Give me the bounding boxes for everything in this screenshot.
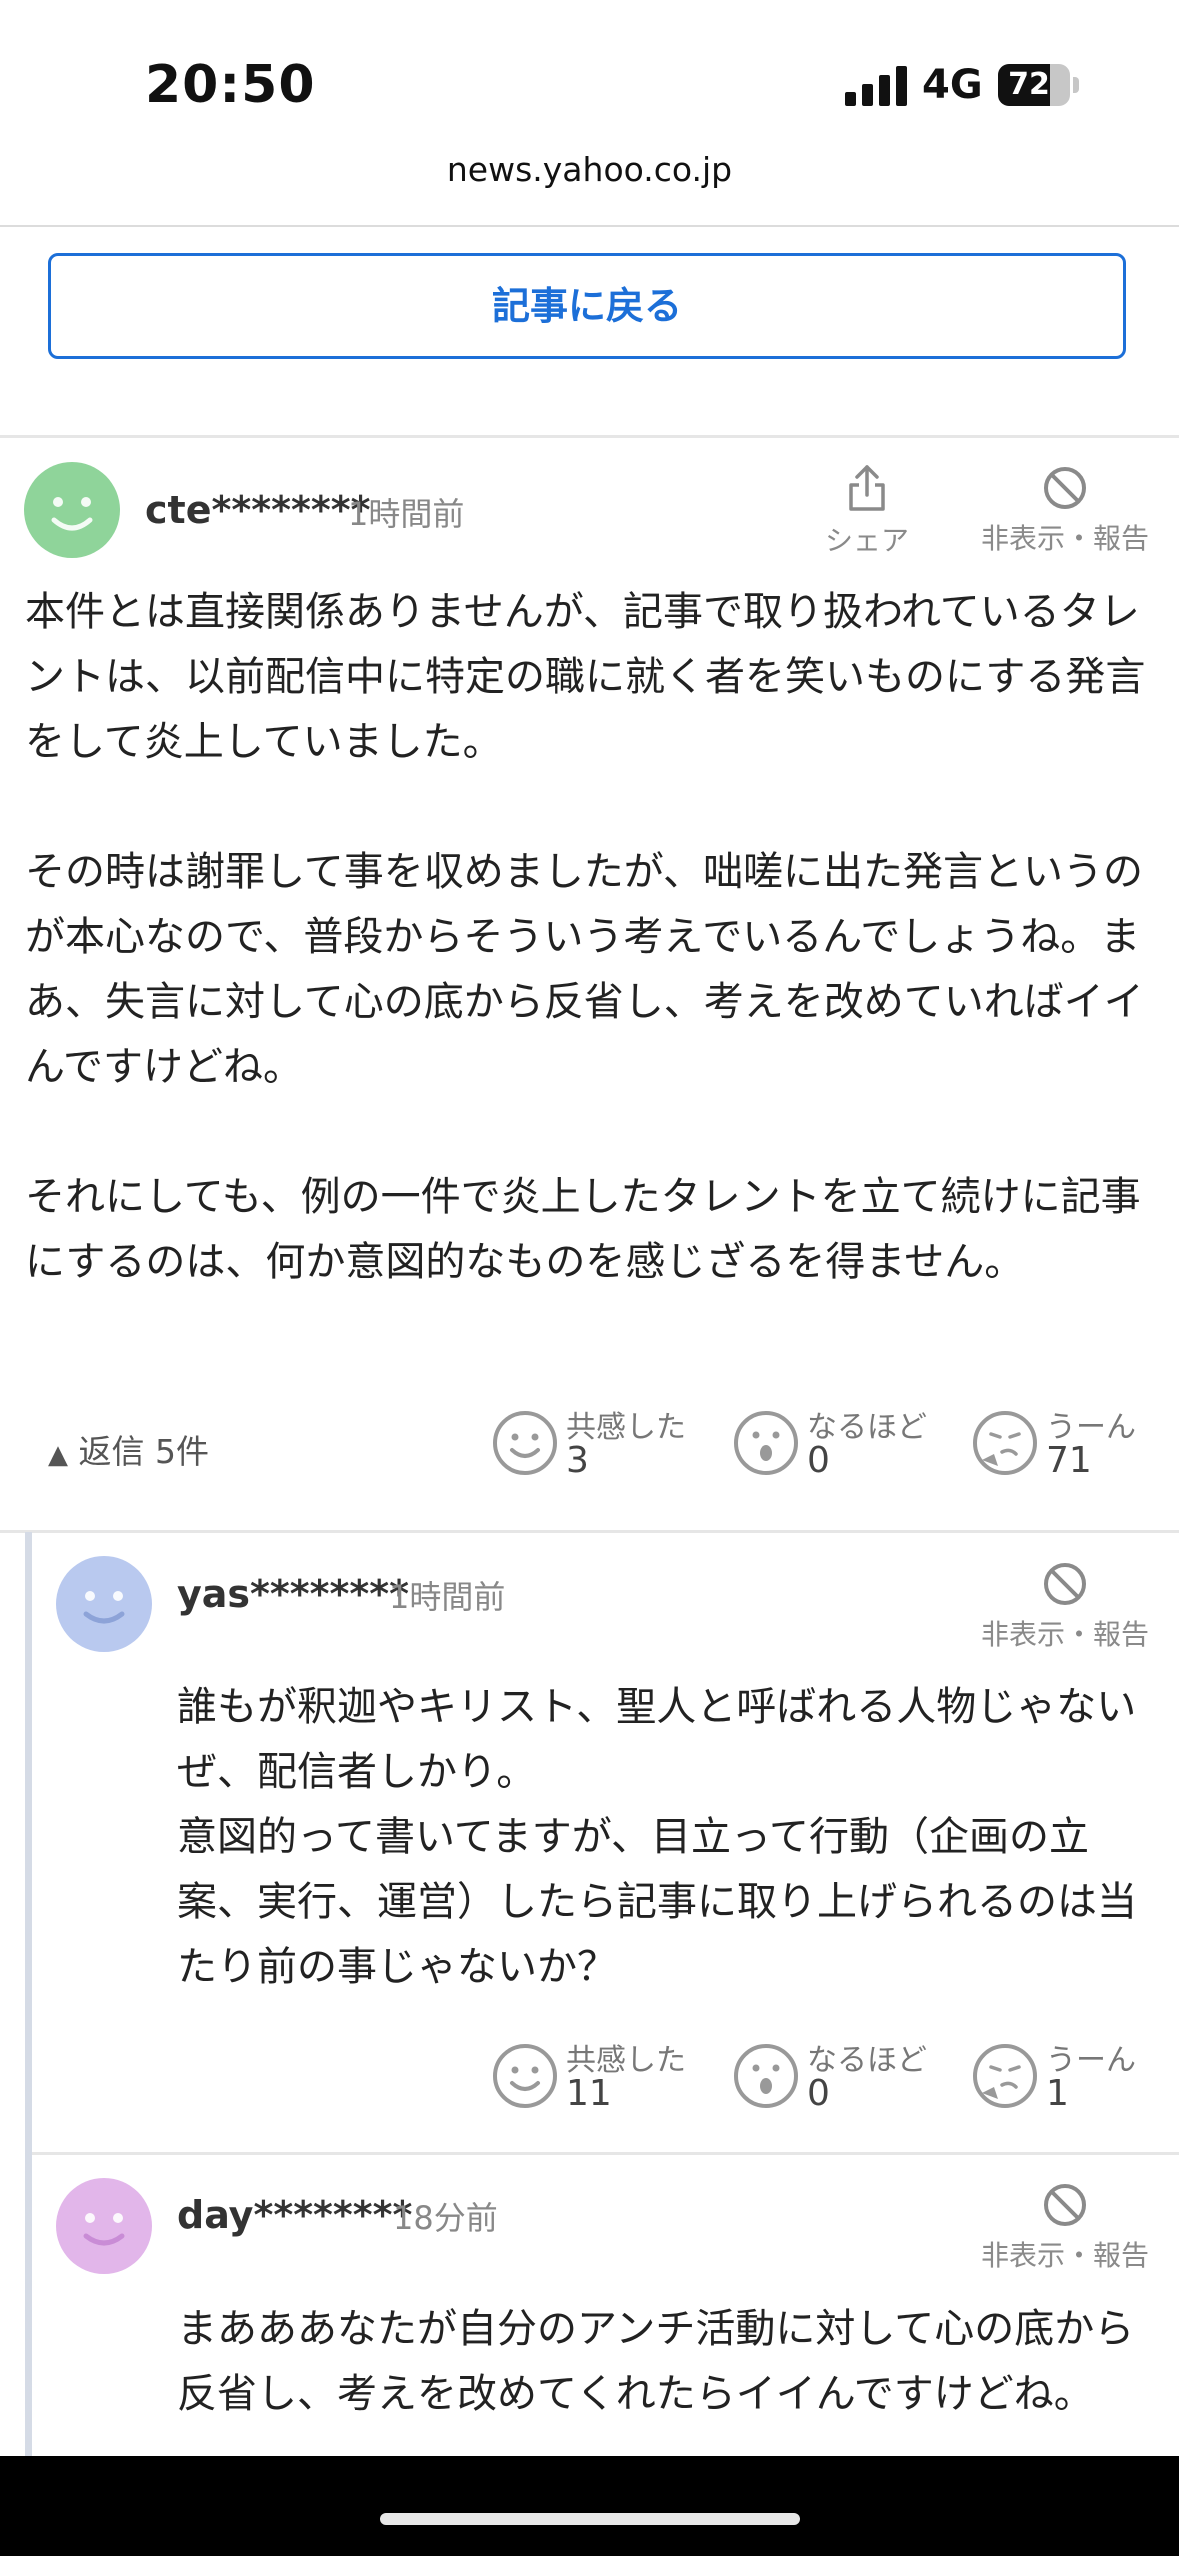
avatar-bg <box>56 1556 152 1652</box>
reply-text: 誰もが釈迦やキリスト、聖人と呼ばれる人物じゃないぜ、配信者しかり。 意図的って書… <box>177 1684 1137 1990</box>
hide-report-label: 非表示・報告 <box>980 1618 1149 1651</box>
reaction-insight-button[interactable]: なるほど 0 <box>733 1402 927 1482</box>
caret-up-icon: ▲ <box>48 1440 68 1470</box>
share-icon <box>849 465 885 511</box>
reply-thread-line <box>25 1532 32 2456</box>
reply-time: 1時間前 <box>389 1578 506 1616</box>
reaction-hmm-button[interactable]: うーん 1 <box>972 2035 1162 2115</box>
comment-time: 1時間前 <box>348 495 465 533</box>
reply-time: 18分前 <box>393 2199 498 2237</box>
reply-divider <box>32 2152 1179 2155</box>
comment-divider <box>0 1530 1179 1533</box>
battery-level: 72 <box>1008 67 1050 102</box>
avatar[interactable] <box>56 1556 152 1652</box>
thinking-face-icon <box>973 2044 1037 2108</box>
thinking-face-icon <box>973 1411 1037 1475</box>
network-type: 4G <box>922 62 983 108</box>
reaction-empathy-button[interactable]: 共感した 3 <box>492 1402 686 1482</box>
reply-text: まあああなたが自分のアンチ活動に対して心の底から反省し、考えを改めてくれたらイイ… <box>177 2306 1135 2417</box>
avatar-bg <box>56 2178 152 2274</box>
home-indicator[interactable] <box>380 2513 800 2525</box>
comment-username[interactable]: cte******** <box>145 488 370 532</box>
hide-report-button[interactable]: 非表示・報告 <box>970 1561 1160 1653</box>
surprised-face-icon <box>734 2044 798 2108</box>
url-bar[interactable]: news.yahoo.co.jp <box>0 150 1179 189</box>
reply-username[interactable]: yas******** <box>177 1572 409 1616</box>
reaction-count: 0 <box>807 1440 830 1481</box>
reaction-hmm-button[interactable]: うーん 71 <box>972 1402 1162 1482</box>
avatar[interactable] <box>56 2178 152 2274</box>
share-button[interactable]: シェア <box>812 463 922 559</box>
reply-username[interactable]: day******** <box>177 2193 412 2237</box>
status-time: 20:50 <box>145 55 316 115</box>
prohibit-icon <box>1044 1563 1086 1605</box>
avatar[interactable] <box>24 462 120 558</box>
reaction-empathy-button[interactable]: 共感した 11 <box>492 2035 686 2115</box>
bottom-bar <box>0 2456 1179 2556</box>
hide-report-button[interactable]: 非表示・報告 <box>970 2182 1160 2274</box>
battery-cap <box>1073 77 1079 93</box>
replies-count: 返信 5件 <box>78 1432 210 1471</box>
prohibit-icon <box>1044 2184 1086 2226</box>
replies-toggle[interactable]: ▲ 返信 5件 <box>48 1425 209 1473</box>
hide-report-label: 非表示・報告 <box>980 522 1149 555</box>
share-label: シェア <box>824 524 909 557</box>
status-bar: 20:50 4G 72 <box>0 0 1179 160</box>
smile-face-icon <box>493 1411 557 1475</box>
prohibit-icon <box>1044 467 1086 509</box>
smile-face-icon <box>493 2044 557 2108</box>
section-divider <box>0 435 1179 438</box>
hide-report-label: 非表示・報告 <box>980 2239 1149 2272</box>
comment-text: 本件とは直接関係ありませんが、記事で取り扱われているタレントは、以前配信中に特定… <box>25 589 1146 1285</box>
back-to-article-button[interactable]: 記事に戻る <box>48 253 1126 359</box>
signal-icon <box>845 64 907 106</box>
surprised-face-icon <box>734 1411 798 1475</box>
reaction-count: 0 <box>807 2073 830 2114</box>
header-divider <box>0 225 1179 227</box>
reaction-count: 11 <box>566 2073 612 2114</box>
reaction-insight-button[interactable]: なるほど 0 <box>733 2035 927 2115</box>
reaction-count: 71 <box>1046 1440 1092 1481</box>
battery-icon: 72 <box>998 64 1070 106</box>
hide-report-button[interactable]: 非表示・報告 <box>970 465 1160 557</box>
reaction-count: 1 <box>1046 2073 1069 2114</box>
reaction-count: 3 <box>566 1440 589 1481</box>
avatar-bg <box>24 462 120 558</box>
